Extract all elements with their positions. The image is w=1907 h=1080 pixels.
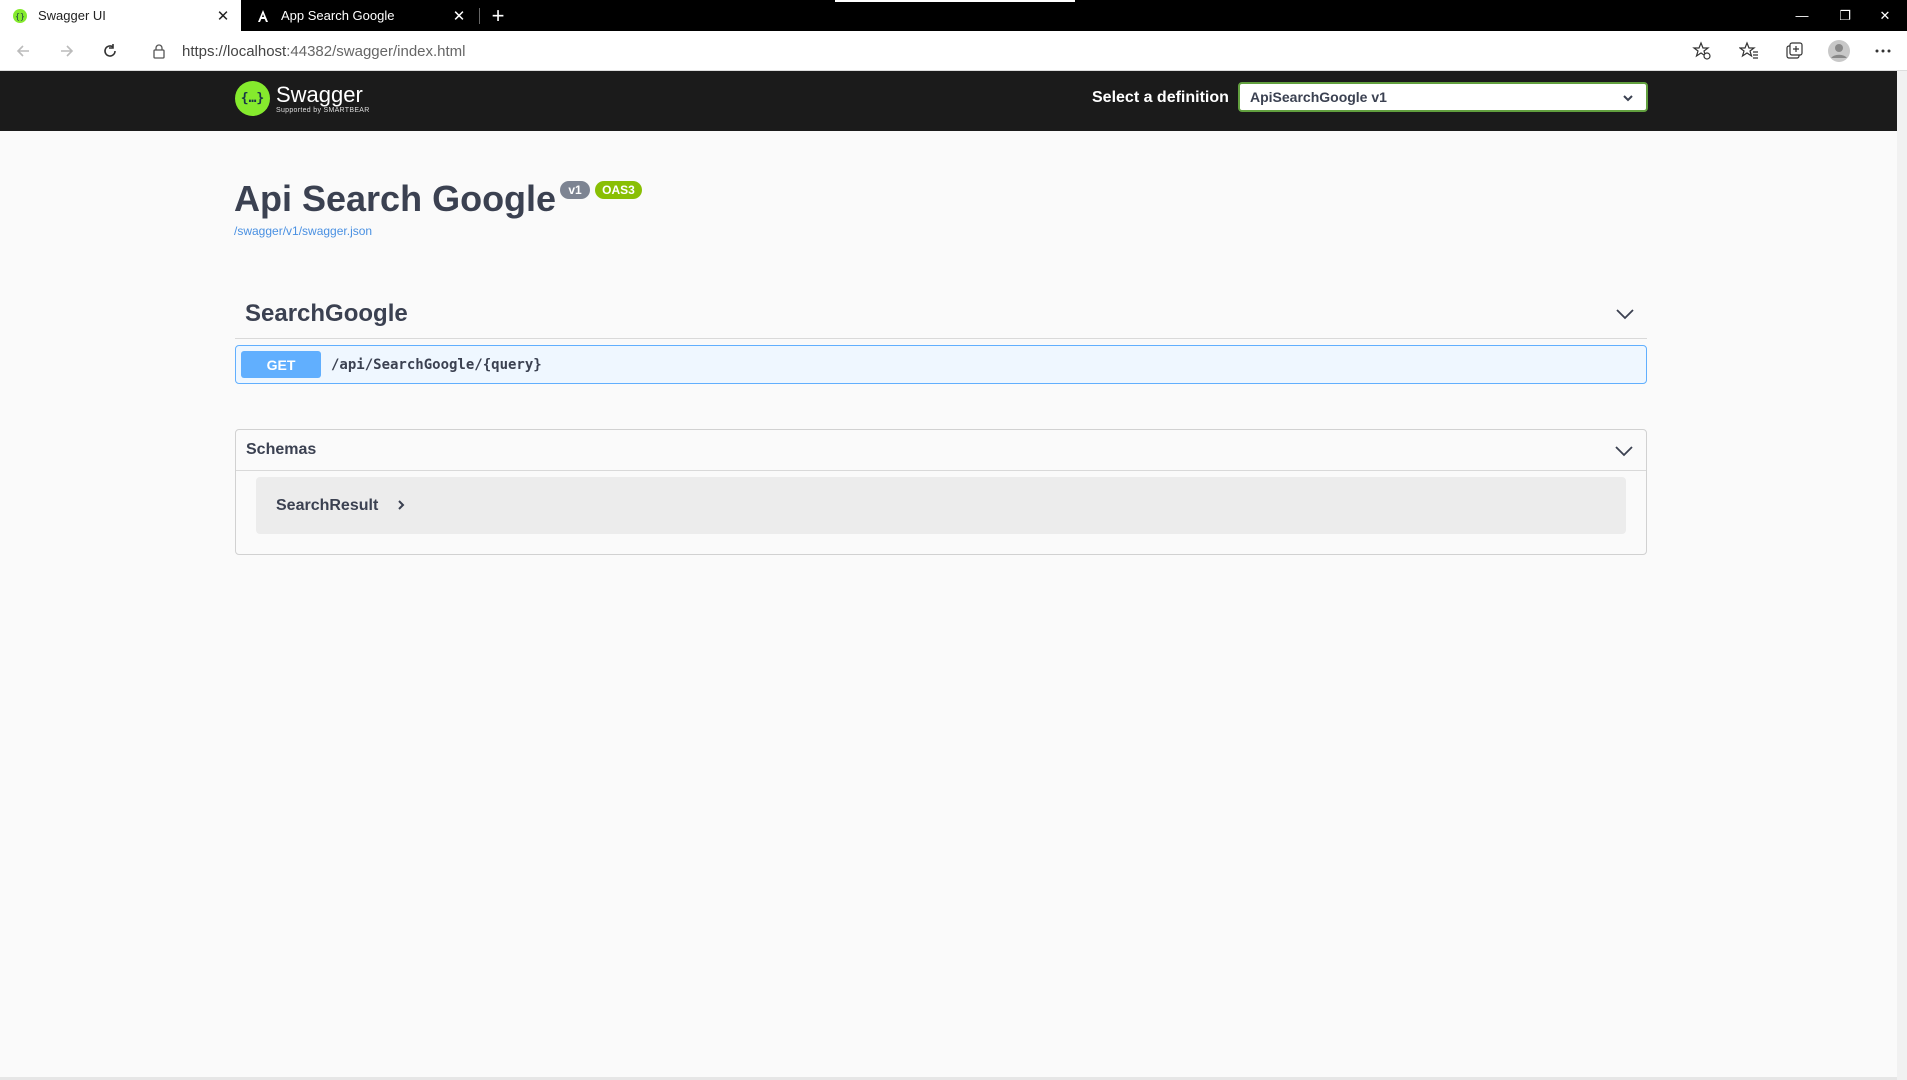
definition-select[interactable]: ApiSearchGoogle v1 bbox=[1238, 82, 1648, 112]
tab-app-search-google[interactable]: App Search Google ✕ bbox=[243, 0, 477, 31]
collapse-arrow-icon[interactable] bbox=[1614, 441, 1634, 466]
swagger-favicon-icon: {} bbox=[12, 8, 28, 24]
svg-text:{}: {} bbox=[15, 12, 25, 21]
model-searchresult[interactable]: SearchResult bbox=[256, 477, 1626, 534]
logo-text: Swagger bbox=[276, 81, 363, 107]
close-window-icon[interactable]: ✕ bbox=[1862, 0, 1907, 31]
more-options-icon[interactable] bbox=[1868, 36, 1898, 66]
url-field[interactable]: https://localhost:44382/swagger/index.ht… bbox=[140, 35, 1720, 67]
swagger-topbar: {…} Swagger Supported by SMARTBEAR Selec… bbox=[0, 71, 1897, 131]
minimize-icon[interactable]: — bbox=[1779, 0, 1825, 31]
collections-icon[interactable] bbox=[1779, 36, 1809, 66]
schemas-header[interactable]: Schemas bbox=[236, 430, 1646, 471]
close-tab-icon[interactable]: ✕ bbox=[449, 6, 469, 26]
swagger-logo-icon: {…} bbox=[235, 81, 270, 116]
definition-selected-value: ApiSearchGoogle v1 bbox=[1250, 89, 1387, 105]
angular-favicon-icon bbox=[255, 8, 271, 24]
back-icon[interactable] bbox=[8, 36, 38, 66]
add-favorite-icon[interactable] bbox=[1687, 36, 1717, 66]
version-badge: v1 bbox=[560, 181, 590, 199]
url-host: https://localhost bbox=[182, 42, 287, 60]
tab-title: Swagger UI bbox=[38, 8, 106, 23]
tab-swagger-ui[interactable]: {} Swagger UI ✕ bbox=[0, 0, 241, 31]
address-bar: https://localhost:44382/swagger/index.ht… bbox=[0, 31, 1907, 71]
api-title: Api Search Google bbox=[234, 178, 557, 219]
method-badge: GET bbox=[241, 351, 321, 378]
collapse-arrow-icon[interactable] bbox=[1615, 304, 1635, 329]
new-tab-icon[interactable]: + bbox=[485, 3, 511, 29]
scrollbar[interactable] bbox=[1897, 71, 1907, 1080]
chevron-right-icon[interactable] bbox=[396, 498, 406, 514]
spec-url-link[interactable]: /swagger/v1/swagger.json bbox=[234, 224, 372, 238]
lock-icon bbox=[152, 43, 168, 59]
drag-indicator bbox=[835, 0, 1075, 2]
tab-title: App Search Google bbox=[281, 8, 395, 23]
url-path: :44382/swagger/index.html bbox=[286, 42, 466, 60]
swagger-logo[interactable]: {…} Swagger Supported by SMARTBEAR bbox=[235, 81, 370, 116]
tag-name: SearchGoogle bbox=[245, 300, 408, 327]
favorites-icon[interactable] bbox=[1734, 36, 1764, 66]
refresh-icon[interactable] bbox=[95, 36, 125, 66]
tab-divider bbox=[479, 8, 480, 24]
forward-icon[interactable] bbox=[52, 36, 82, 66]
chevron-down-icon bbox=[1622, 91, 1634, 107]
operation-path: /api/SearchGoogle/{query} bbox=[331, 356, 542, 373]
profile-avatar-icon[interactable] bbox=[1824, 36, 1854, 66]
browser-tab-bar: {} Swagger UI ✕ App Search Google ✕ + — … bbox=[0, 0, 1907, 31]
schemas-title: Schemas bbox=[246, 441, 317, 458]
operation-get-search[interactable]: GET /api/SearchGoogle/{query} bbox=[235, 345, 1647, 384]
oas-badge: OAS3 bbox=[595, 181, 642, 199]
definition-label: Select a definition bbox=[1092, 89, 1229, 106]
logo-subtext: Supported by SMARTBEAR bbox=[276, 106, 370, 114]
schemas-section: Schemas SearchResult bbox=[235, 429, 1647, 555]
close-tab-icon[interactable]: ✕ bbox=[213, 6, 233, 26]
tag-section-header[interactable]: SearchGoogle bbox=[235, 296, 1647, 339]
model-name: SearchResult bbox=[276, 496, 379, 514]
